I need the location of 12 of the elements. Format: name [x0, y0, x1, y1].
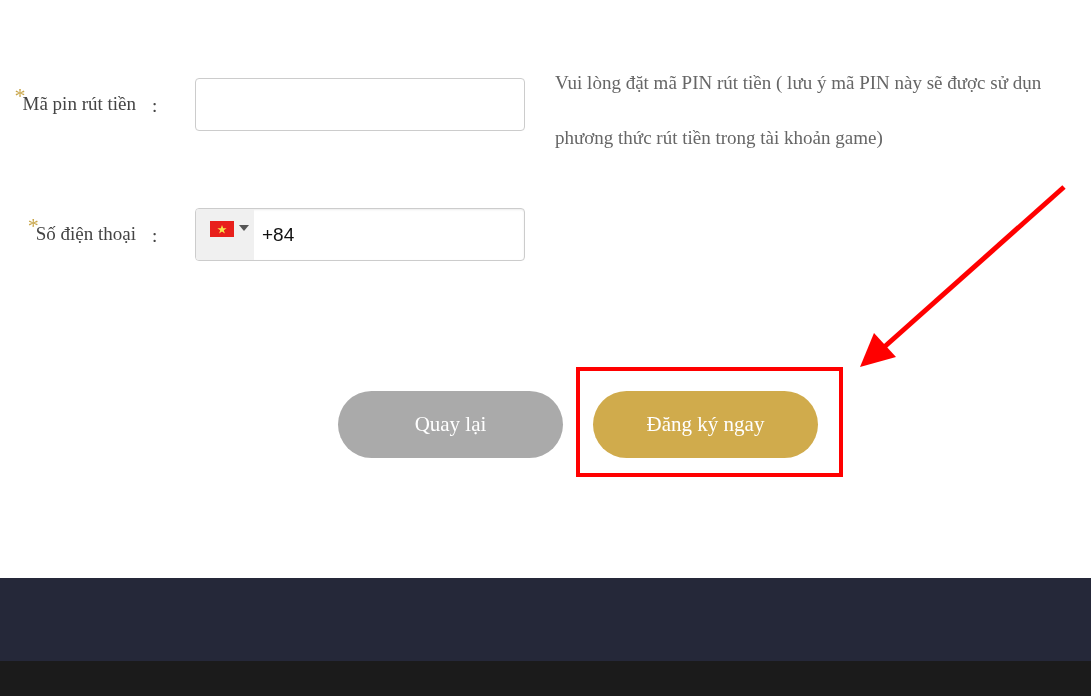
colon: : [151, 224, 159, 247]
field-value: +84 [261, 223, 296, 246]
country-selector[interactable] [196, 209, 254, 260]
pin-field[interactable] [195, 78, 525, 131]
flag-icon [210, 221, 234, 237]
colon: : [151, 94, 159, 117]
back-button[interactable]: Quay lại [338, 391, 563, 458]
hint-text: phương thức rút tiền trong tài khoản game) [555, 126, 884, 149]
register-button[interactable]: Đăng ký ngay [593, 391, 818, 458]
phone-field[interactable]: +84 [195, 208, 525, 261]
caret-icon [239, 225, 249, 231]
hint-text: Vui lòng đặt mã PIN rút tiền ( lưu ý mã PIN này sẽ được sử dụn [555, 71, 1042, 94]
